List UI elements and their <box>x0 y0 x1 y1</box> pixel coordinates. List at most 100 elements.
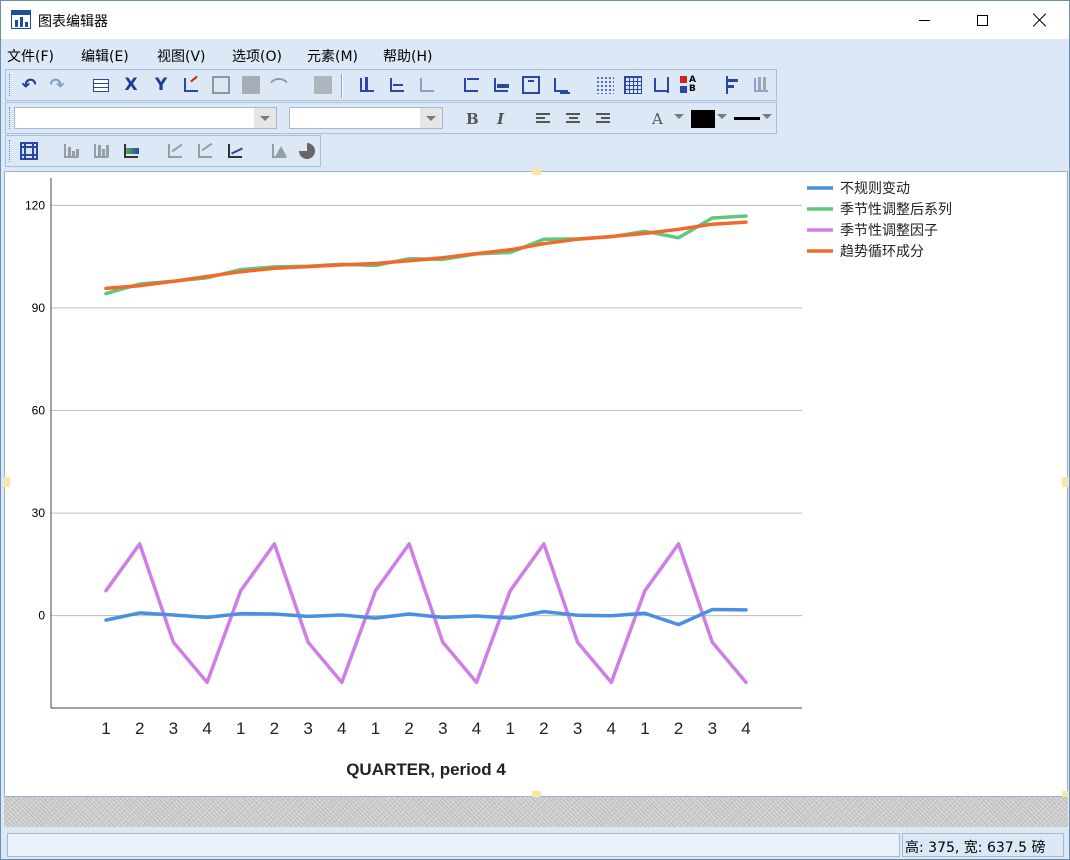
x-axis-button[interactable]: X <box>120 74 142 96</box>
line-style-swatch[interactable] <box>734 117 760 120</box>
bold-button[interactable]: B <box>466 110 479 128</box>
line-chart-alt-button[interactable] <box>224 140 246 162</box>
fill-color-swatch[interactable] <box>691 110 715 128</box>
vertical-bars-button[interactable] <box>750 74 772 96</box>
transpose-icon <box>418 76 436 94</box>
bar-chart-icon <box>62 142 80 160</box>
pie-chart-button[interactable] <box>296 140 318 162</box>
align-left-icon[interactable] <box>536 113 550 125</box>
area-chart-icon <box>166 142 184 160</box>
clustered-bar-button[interactable] <box>90 140 112 162</box>
show-x-axis-title-button[interactable] <box>356 74 378 96</box>
text-color-button[interactable]: A <box>652 110 663 128</box>
series-line-0 <box>104 607 748 627</box>
show-y-axis-title-button[interactable] <box>386 74 408 96</box>
ab-labels-button[interactable]: AB <box>678 74 700 96</box>
menu-view[interactable]: 视图(V) <box>157 46 206 66</box>
chevron-down-icon <box>762 114 772 119</box>
y-axis-button[interactable]: Y <box>150 74 172 96</box>
pie-chart-icon <box>299 143 315 159</box>
resize-handle-top[interactable] <box>532 168 541 175</box>
resize-handle-left[interactable] <box>4 477 10 487</box>
close-icon <box>1033 13 1047 27</box>
y-tick-label: 0 <box>38 609 45 623</box>
scatter-chart-button[interactable] <box>194 140 216 162</box>
align-center-icon[interactable] <box>566 113 580 125</box>
transpose-button[interactable] <box>416 74 438 96</box>
annotation-icon <box>314 76 332 94</box>
horizontal-bars-icon <box>724 76 742 94</box>
vertical-bars-icon <box>752 76 770 94</box>
x-tick-label: 4 <box>607 719 616 738</box>
show-textbox-button[interactable] <box>520 74 542 96</box>
menu-file[interactable]: 文件(F) <box>7 46 54 66</box>
grid-icon <box>624 76 642 94</box>
chevron-down-icon <box>717 114 727 119</box>
axis-bars-icon <box>388 76 406 94</box>
series-line-3 <box>104 220 748 291</box>
close-button[interactable] <box>1011 1 1069 39</box>
show-title-button[interactable] <box>460 74 482 96</box>
italic-button[interactable]: I <box>497 110 504 128</box>
font-name-dropdown-button[interactable] <box>254 108 276 128</box>
align-right-icon[interactable] <box>596 113 610 125</box>
x-tick-label: 4 <box>741 719 750 738</box>
legend-label: 季节性调整后系列 <box>840 202 952 218</box>
font-size-dropdown-button[interactable] <box>420 108 442 128</box>
menu-elements[interactable]: 元素(M) <box>307 46 358 66</box>
show-legend-button[interactable] <box>550 74 572 96</box>
histogram-icon <box>270 142 288 160</box>
window-title: 图表编辑器 <box>38 14 108 30</box>
redo-icon: ↷ <box>49 74 65 96</box>
histogram-button[interactable] <box>268 140 290 162</box>
show-gridlines-button[interactable] <box>622 74 644 96</box>
text-color-dropdown[interactable] <box>674 114 684 119</box>
select-chart-button[interactable] <box>18 140 40 162</box>
minimize-button[interactable] <box>895 1 953 39</box>
line-chart-alt-icon <box>226 142 244 160</box>
chart-canvas[interactable]: 0 30 60 90 120 1 2 3 4 1 2 3 4 1 2 3 4 1 2 3 4 1 2 3 4 QUARTER, p… <box>4 171 1068 797</box>
resize-handle-right[interactable] <box>1062 477 1068 487</box>
menu-help[interactable]: 帮助(H) <box>383 46 432 66</box>
grid-dots-icon <box>596 76 614 94</box>
x-tick-label: 4 <box>202 719 211 738</box>
y-axis-icon: Y <box>154 75 168 95</box>
main-toolbar: ↶ ↷ X Y ⌒ A B <box>5 69 777 101</box>
menu-options[interactable]: 选项(O) <box>232 46 282 66</box>
fill-color-dropdown[interactable] <box>717 114 727 119</box>
bar-chart-button[interactable] <box>60 140 82 162</box>
horizontal-bars-button[interactable] <box>722 74 744 96</box>
title-icon <box>462 76 480 94</box>
data-view-button[interactable] <box>240 74 262 96</box>
legend-label: 趋势循环成分 <box>840 244 924 260</box>
undo-icon: ↶ <box>21 74 37 96</box>
x-tick-label: 1 <box>505 719 514 738</box>
reference-line-button[interactable] <box>180 74 202 96</box>
show-grid-button[interactable] <box>594 74 616 96</box>
annotation-button[interactable] <box>312 74 334 96</box>
area-chart-button[interactable] <box>164 140 186 162</box>
crosshair-grid-icon <box>20 142 38 160</box>
font-size-combo[interactable] <box>289 107 443 129</box>
resize-button[interactable] <box>210 74 232 96</box>
x-tick-label: 2 <box>270 719 279 738</box>
line-chart[interactable]: 0 30 60 90 120 1 2 3 4 1 2 3 4 1 2 3 4 1 2 3 4 1 2 3 4 QUARTER, p… <box>5 172 1067 796</box>
minimize-icon <box>918 19 930 21</box>
chart-type-toolbar <box>5 135 321 167</box>
textbox-icon <box>522 76 540 94</box>
ab-labels-icon: AB <box>680 76 698 94</box>
show-data-labels-button[interactable] <box>650 74 672 96</box>
lasso-button[interactable]: ⌒ <box>268 74 290 98</box>
line-style-dropdown[interactable] <box>762 114 772 119</box>
x-tick-label: 3 <box>303 719 312 738</box>
line-chart-button[interactable] <box>120 140 142 162</box>
x-tick-label: 1 <box>640 719 649 738</box>
scatter-chart-icon <box>196 142 214 160</box>
redo-button[interactable]: ↷ <box>46 74 68 96</box>
show-footnote-button[interactable] <box>490 74 512 96</box>
font-name-combo[interactable] <box>14 107 277 129</box>
maximize-button[interactable] <box>953 1 1011 39</box>
properties-button[interactable] <box>90 74 112 96</box>
menu-edit[interactable]: 编辑(E) <box>81 46 129 66</box>
undo-button[interactable]: ↶ <box>18 74 40 96</box>
